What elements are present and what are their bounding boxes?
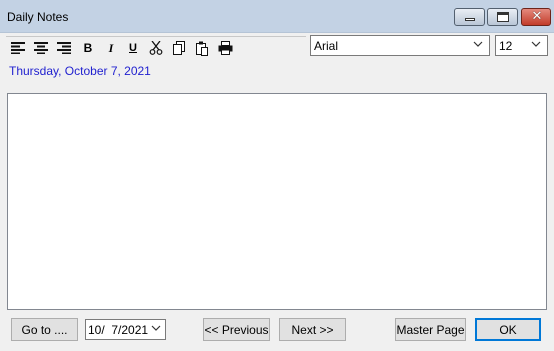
cut-button[interactable] [148, 40, 164, 56]
align-center-icon [34, 42, 48, 54]
close-icon: ✕ [531, 9, 543, 24]
align-left-button[interactable] [10, 40, 26, 56]
chevron-down-icon [151, 325, 161, 331]
italic-button[interactable]: I [103, 40, 119, 56]
align-right-button[interactable] [56, 40, 72, 56]
align-center-button[interactable] [33, 40, 49, 56]
font-size-select[interactable]: 12 [495, 35, 548, 56]
goto-button[interactable]: Go to .... [11, 318, 78, 341]
ok-button[interactable]: OK [475, 318, 541, 341]
underline-icon: U [129, 42, 137, 54]
next-button[interactable]: Next >> [279, 318, 346, 341]
bold-button[interactable]: B [80, 40, 96, 56]
date-picker[interactable]: 10/ 7/2021 [85, 319, 166, 340]
print-icon [218, 41, 232, 55]
font-size-value: 12 [499, 39, 513, 53]
font-family-select[interactable]: Arial [310, 35, 490, 56]
copy-icon [173, 40, 185, 55]
window-title: Daily Notes [7, 10, 69, 24]
title-bar[interactable]: Daily Notes ✕ [0, 0, 554, 33]
notes-text-area[interactable] [7, 93, 547, 310]
minimize-icon [465, 18, 475, 21]
underline-button[interactable]: U [125, 40, 141, 56]
master-page-button[interactable]: Master Page [395, 318, 466, 341]
close-button[interactable]: ✕ [521, 8, 551, 26]
maximize-icon [497, 12, 509, 22]
chevron-down-icon [473, 41, 483, 47]
toolbar-divider [6, 36, 306, 37]
print-button[interactable] [217, 40, 233, 56]
paste-button[interactable] [194, 40, 210, 56]
previous-button[interactable]: << Previous [203, 318, 270, 341]
chevron-down-icon [531, 41, 541, 47]
current-date-label: Thursday, October 7, 2021 [9, 64, 151, 78]
bold-icon: B [83, 41, 93, 55]
minimize-button[interactable] [454, 8, 485, 26]
align-right-icon [57, 42, 71, 54]
italic-icon: I [108, 40, 114, 55]
align-left-icon [11, 42, 25, 54]
maximize-button[interactable] [487, 8, 518, 26]
date-picker-value: 10/ 7/2021 [88, 323, 149, 337]
paste-icon [196, 41, 208, 56]
font-family-value: Arial [314, 39, 339, 53]
copy-button[interactable] [171, 40, 187, 56]
cut-icon [149, 41, 163, 55]
